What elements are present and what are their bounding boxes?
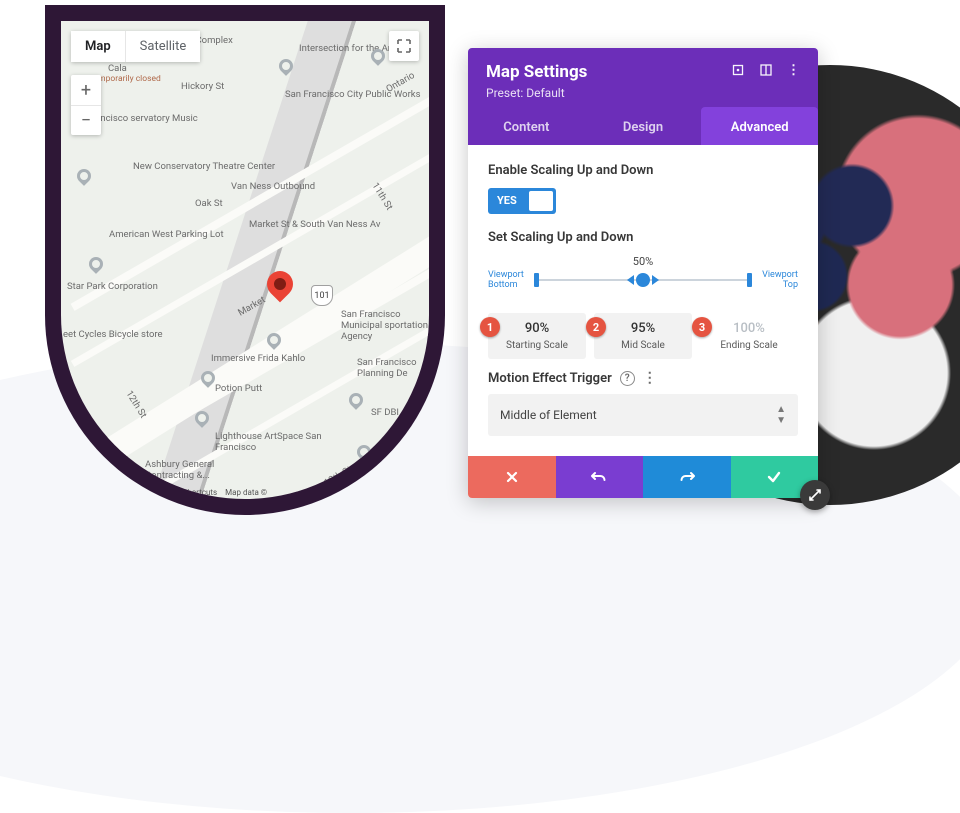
map-keyboard-shortcuts[interactable]: Keyboard shortcuts <box>148 488 217 497</box>
map-fullscreen-button[interactable] <box>389 31 419 61</box>
close-icon <box>505 470 519 484</box>
undo-icon <box>591 470 607 484</box>
slider-percent: 50% <box>633 255 653 268</box>
panel-title: Map Settings <box>486 62 731 82</box>
options-icon[interactable]: ⋮ <box>643 374 657 382</box>
map-mode-map[interactable]: Map <box>71 31 125 62</box>
mid-scale-input[interactable]: 2 95% Mid Scale <box>594 313 692 359</box>
toggle-knob <box>529 191 553 211</box>
starting-scale-value: 90% <box>494 321 580 336</box>
help-icon[interactable]: ? <box>620 371 635 386</box>
map-label: San Francisco Municipal sportation Agenc… <box>341 309 429 342</box>
undo-button[interactable] <box>556 456 644 498</box>
map-label: eet Cycles Bicycle store <box>63 329 163 340</box>
tab-advanced[interactable]: Advanced <box>701 107 818 145</box>
panel-tabs: Content Design Advanced <box>468 110 818 145</box>
expand-panel-button[interactable] <box>800 480 830 510</box>
map-label: American West Parking Lot <box>109 229 224 240</box>
map-zoom-in[interactable]: + <box>71 75 101 105</box>
toggle-yes-label: YES <box>488 188 526 214</box>
map-view-switch: Map Satellite <box>71 31 200 62</box>
enable-scaling-label: Enable Scaling Up and Down <box>488 163 798 178</box>
map-label: Cala <box>108 63 127 74</box>
panel-help-icon[interactable] <box>759 63 773 81</box>
map-mode-satellite[interactable]: Satellite <box>125 31 201 62</box>
cancel-button[interactable] <box>468 456 556 498</box>
redo-button[interactable] <box>643 456 731 498</box>
slider-left-caption: Viewport Bottom <box>488 271 532 291</box>
map-label: Ashbury General Contracting &... <box>145 459 235 481</box>
map-label: Oak St <box>195 198 223 209</box>
redo-icon <box>679 470 695 484</box>
map-label: Star Park Corporation <box>67 281 158 292</box>
map-attribution: Keyboard shortcuts Map data © <box>148 488 267 497</box>
panel-header: Map Settings ⋮ Preset: Default Content D… <box>468 48 818 145</box>
map-label: Hickory St <box>181 81 224 92</box>
tab-design[interactable]: Design <box>585 110 702 145</box>
map-label: Market St & South Van Ness Av <box>249 219 380 230</box>
step-badge-2: 2 <box>586 317 606 337</box>
map-label: San Francisco City Public Works <box>285 89 421 100</box>
settings-panel: Map Settings ⋮ Preset: Default Content D… <box>468 48 818 498</box>
starting-scale-label: Starting Scale <box>494 340 580 351</box>
ending-scale-value: 100% <box>706 321 792 336</box>
panel-preset[interactable]: Preset: Default <box>468 86 818 110</box>
step-badge-1: 1 <box>480 317 500 337</box>
map-label: Francisco servatory Music <box>87 113 198 124</box>
motion-trigger-label: Motion Effect Trigger <box>488 371 612 386</box>
viewport-slider[interactable]: 50% Viewport Bottom Viewport Top <box>488 255 798 303</box>
route-shield-101: 101 <box>311 285 333 306</box>
tab-content[interactable]: Content <box>468 110 585 145</box>
ending-scale-label: Ending Scale <box>706 340 792 351</box>
map-label: Van Ness Outbound <box>231 181 315 192</box>
mid-scale-value: 95% <box>600 321 686 336</box>
map-label: Lighthouse ArtSpace San Francisco <box>215 431 325 453</box>
slider-right-caption: Viewport Top <box>754 271 798 291</box>
map-label: New Conservatory Theatre Center <box>133 161 275 172</box>
map-label: Blue B <box>373 459 400 470</box>
starting-scale-input[interactable]: 1 90% Starting Scale <box>488 313 586 359</box>
map-canvas[interactable]: Center for Complex Intersection for the … <box>61 21 429 499</box>
motion-trigger-select[interactable]: Middle of Element ▲▼ <box>488 394 798 436</box>
check-icon <box>766 470 782 484</box>
enable-scaling-toggle[interactable]: YES <box>488 188 556 214</box>
map-label: Potion Putt <box>215 383 262 394</box>
panel-menu-icon[interactable]: ⋮ <box>787 63 800 81</box>
map-data-copyright: Map data © <box>225 488 267 497</box>
map-label: San Francisco Planning De <box>357 357 429 379</box>
fullscreen-icon <box>397 39 411 53</box>
panel-action-bar <box>468 456 818 498</box>
ending-scale-input[interactable]: 3 100% Ending Scale <box>700 313 798 359</box>
set-scaling-label: Set Scaling Up and Down <box>488 230 798 245</box>
panel-body: Enable Scaling Up and Down YES Set Scali… <box>468 145 818 456</box>
panel-portability-icon[interactable] <box>731 63 745 81</box>
map-shield-frame: Center for Complex Intersection for the … <box>45 5 445 515</box>
slider-thumb[interactable] <box>636 273 650 287</box>
map-zoom-out[interactable]: − <box>71 105 101 135</box>
expand-icon <box>808 488 822 502</box>
scale-inputs-row: 1 90% Starting Scale 2 95% Mid Scale 3 1… <box>488 313 798 359</box>
motion-trigger-value: Middle of Element <box>500 408 597 422</box>
step-badge-3: 3 <box>692 317 712 337</box>
chevron-updown-icon: ▲▼ <box>776 404 786 426</box>
map-label: SF DBI <box>371 407 399 418</box>
map-label: Immersive Frida Kahlo <box>211 353 305 364</box>
mid-scale-label: Mid Scale <box>600 340 686 351</box>
map-zoom-controls: + − <box>71 75 101 135</box>
